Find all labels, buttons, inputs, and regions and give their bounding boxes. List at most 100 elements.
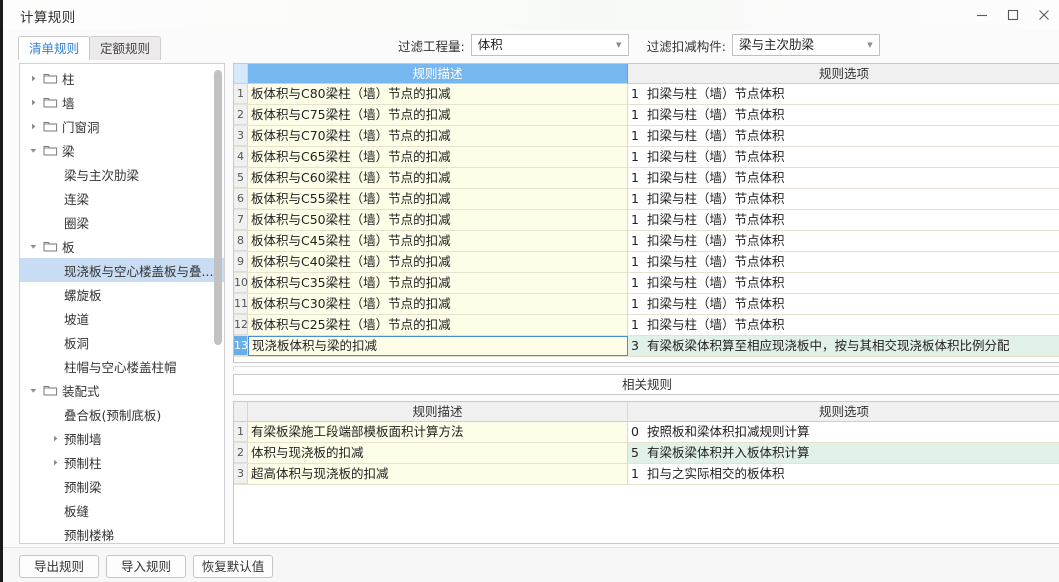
maximize-icon[interactable] [997,2,1028,28]
tree-item-label: 装配式 [62,383,100,399]
table-row[interactable]: 12 板体积与C25梁柱（墙）节点的扣减 1 扣梁与柱（墙）节点体积 [234,315,1059,336]
table-row[interactable]: 8 板体积与C45梁柱（墙）节点的扣减 1 扣梁与柱（墙）节点体积 [234,231,1059,252]
tree-item[interactable]: 连梁 [20,186,224,210]
table-row[interactable]: 10 板体积与C35梁柱（墙）节点的扣减 1 扣梁与柱（墙）节点体积 [234,273,1059,294]
table-row[interactable]: 4 板体积与C65梁柱（墙）节点的扣减 1 扣梁与柱（墙）节点体积 [234,147,1059,168]
tree-item[interactable]: 预制楼梯 [20,522,224,543]
tab-list-rules[interactable]: 清单规则 [18,36,91,60]
table-row[interactable]: 7 板体积与C50梁柱（墙）节点的扣减 1 扣梁与柱（墙）节点体积 [234,210,1059,231]
restore-defaults-button[interactable]: 恢复默认值 [193,555,273,578]
rule-option-id: 1 [631,317,639,332]
rule-option-cell[interactable]: 1 扣梁与柱（墙）节点体积 [628,315,1059,335]
tree-item-label: 螺旋板 [64,287,102,303]
tree-item[interactable]: 柱帽与空心楼盖柱帽 [20,354,224,378]
rule-description-cell[interactable]: 现浇板体积与梁的扣减 [248,336,628,356]
table-row[interactable]: 11 板体积与C30梁柱（墙）节点的扣减 1 扣梁与柱（墙）节点体积 [234,294,1059,315]
table-row[interactable]: 6 板体积与C55梁柱（墙）节点的扣减 1 扣梁与柱（墙）节点体积 [234,189,1059,210]
import-rules-button[interactable]: 导入规则 [106,555,186,578]
chevron-right-icon[interactable] [26,122,40,131]
rule-description-cell[interactable]: 有梁板梁施工段端部模板面积计算方法 [248,422,628,442]
component-tree: 柱墙门窗洞梁梁与主次肋梁 连梁 圈梁板现浇板与空心楼盖板与叠... 螺旋板坡道 板洞 柱帽… [20,66,224,543]
chevron-right-icon[interactable] [48,434,62,443]
tree-item[interactable]: 门窗洞 [20,114,224,138]
table-row[interactable]: 1 有梁板梁施工段端部模板面积计算方法 0 按照板和梁体积扣减规则计算 [234,422,1059,443]
export-rules-button[interactable]: 导出规则 [19,555,99,578]
rule-option-cell[interactable]: 0 按照板和梁体积扣减规则计算 [628,422,1059,442]
rule-description-cell[interactable]: 板体积与C70梁柱（墙）节点的扣减 [248,126,628,146]
table-row[interactable]: 3 超高体积与现浇板的扣减 1 扣与之实际相交的板体积 [234,464,1059,485]
table-row[interactable]: 9 板体积与C40梁柱（墙）节点的扣减 1 扣梁与柱（墙）节点体积 [234,252,1059,273]
rule-option-cell[interactable]: 1 扣梁与柱（墙）节点体积 [628,147,1059,167]
tree-scrollbar-thumb[interactable] [214,70,222,345]
tree-item[interactable]: 板缝 [20,498,224,522]
rule-option-cell[interactable]: 1 扣梁与柱（墙）节点体积 [628,294,1059,314]
tree-item[interactable]: 柱 [20,66,224,90]
rule-option-cell[interactable]: 5 有梁板梁体积并入板体积计算 [628,443,1059,463]
rule-description-cell[interactable]: 板体积与C30梁柱（墙）节点的扣减 [248,294,628,314]
rule-option-cell[interactable]: 1 扣梁与柱（墙）节点体积 [628,231,1059,251]
tree-item[interactable]: 板 [20,234,224,258]
rule-option-cell[interactable]: 1 扣与之实际相交的板体积 [628,464,1059,484]
filter-quantity-select[interactable]: 体积 ▼ [470,34,629,56]
related-rules-header-description[interactable]: 规则描述 [248,402,628,422]
tree-item[interactable]: 梁 [20,138,224,162]
tree-item[interactable]: 预制柱 [20,450,224,474]
tree-item[interactable]: 坡道 [20,306,224,330]
rule-option-cell[interactable]: 1 扣梁与柱（墙）节点体积 [628,168,1059,188]
table-row[interactable]: 3 板体积与C70梁柱（墙）节点的扣减 1 扣梁与柱（墙）节点体积 [234,126,1059,147]
table-row[interactable]: 1 板体积与C80梁柱（墙）节点的扣减 1 扣梁与柱（墙）节点体积 [234,84,1059,105]
rule-option-cell[interactable]: 1 扣梁与柱（墙）节点体积 [628,252,1059,272]
related-rules-header-option[interactable]: 规则选项 [628,402,1059,422]
tree-item[interactable]: 螺旋板 [20,282,224,306]
rules-grid-header-description[interactable]: 规则描述 [248,64,628,84]
rules-grid-header-option[interactable]: 规则选项 [628,64,1059,84]
filter-component-select[interactable]: 梁与主次肋梁 ▼ [731,34,880,56]
related-rules-splitter[interactable] [233,366,1059,371]
tree-item[interactable]: 圈梁 [20,210,224,234]
rule-description-cell[interactable]: 板体积与C75梁柱（墙）节点的扣减 [248,105,628,125]
table-row[interactable]: 5 板体积与C60梁柱（墙）节点的扣减 1 扣梁与柱（墙）节点体积 [234,168,1059,189]
rule-description-cell[interactable]: 板体积与C60梁柱（墙）节点的扣减 [248,168,628,188]
tab-quota-rules[interactable]: 定额规则 [89,36,162,60]
rule-description-cell[interactable]: 板体积与C80梁柱（墙）节点的扣减 [248,84,628,104]
table-row[interactable]: 2 体积与现浇板的扣减 5 有梁板梁体积并入板体积计算 [234,443,1059,464]
tree-item[interactable]: 预制墙 [20,426,224,450]
rule-description-cell[interactable]: 板体积与C35梁柱（墙）节点的扣减 [248,273,628,293]
rule-description-cell[interactable]: 体积与现浇板的扣减 [248,443,628,463]
chevron-right-icon[interactable] [48,458,62,467]
tree-item[interactable]: 板洞 [20,330,224,354]
rule-option-text: 扣梁与柱（墙）节点体积 [647,170,785,185]
tree-item[interactable]: 梁与主次肋梁 [20,162,224,186]
rule-description-cell[interactable]: 板体积与C55梁柱（墙）节点的扣减 [248,189,628,209]
chevron-right-icon[interactable] [26,98,40,107]
chevron-down-icon[interactable] [26,146,40,155]
rule-option-cell[interactable]: 1 扣梁与柱（墙）节点体积 [628,84,1059,104]
tree-item[interactable]: 装配式 [20,378,224,402]
tree-item[interactable]: 墙 [20,90,224,114]
tree-item-label: 预制楼梯 [64,527,115,543]
table-row[interactable]: 2 板体积与C75梁柱（墙）节点的扣减 1 扣梁与柱（墙）节点体积 [234,105,1059,126]
tree-item[interactable]: 预制梁 [20,474,224,498]
rule-description-cell[interactable]: 板体积与C65梁柱（墙）节点的扣减 [248,147,628,167]
table-row[interactable]: 13 现浇板体积与梁的扣减 3 有梁板梁体积算至相应现浇板中，按与其相交现浇板体积比例… [234,336,1059,357]
rule-description-cell[interactable]: 超高体积与现浇板的扣减 [248,464,628,484]
rule-option-cell[interactable]: 1 扣梁与柱（墙）节点体积 [628,105,1059,125]
rule-description-cell[interactable]: 板体积与C45梁柱（墙）节点的扣减 [248,231,628,251]
rule-option-cell[interactable]: 1 扣梁与柱（墙）节点体积 [628,189,1059,209]
rule-option-text: 扣梁与柱（墙）节点体积 [647,212,785,227]
rule-description-cell[interactable]: 板体积与C50梁柱（墙）节点的扣减 [248,210,628,230]
chevron-right-icon[interactable] [26,74,40,83]
rule-option-cell[interactable]: 1 扣梁与柱（墙）节点体积 [628,273,1059,293]
tree-item-label: 梁 [62,143,75,159]
rule-option-cell[interactable]: 1 扣梁与柱（墙）节点体积 [628,210,1059,230]
chevron-down-icon[interactable] [26,242,40,251]
chevron-down-icon[interactable] [26,386,40,395]
tree-item[interactable]: 现浇板与空心楼盖板与叠... [20,258,224,282]
minimize-icon[interactable] [966,2,997,28]
rule-description-cell[interactable]: 板体积与C25梁柱（墙）节点的扣减 [248,315,628,335]
tree-item[interactable]: 叠合板(预制底板) [20,402,224,426]
rule-option-cell[interactable]: 3 有梁板梁体积算至相应现浇板中，按与其相交现浇板体积比例分配 [628,336,1059,356]
rule-description-cell[interactable]: 板体积与C40梁柱（墙）节点的扣减 [248,252,628,272]
rule-option-cell[interactable]: 1 扣梁与柱（墙）节点体积 [628,126,1059,146]
close-icon[interactable] [1028,2,1059,28]
